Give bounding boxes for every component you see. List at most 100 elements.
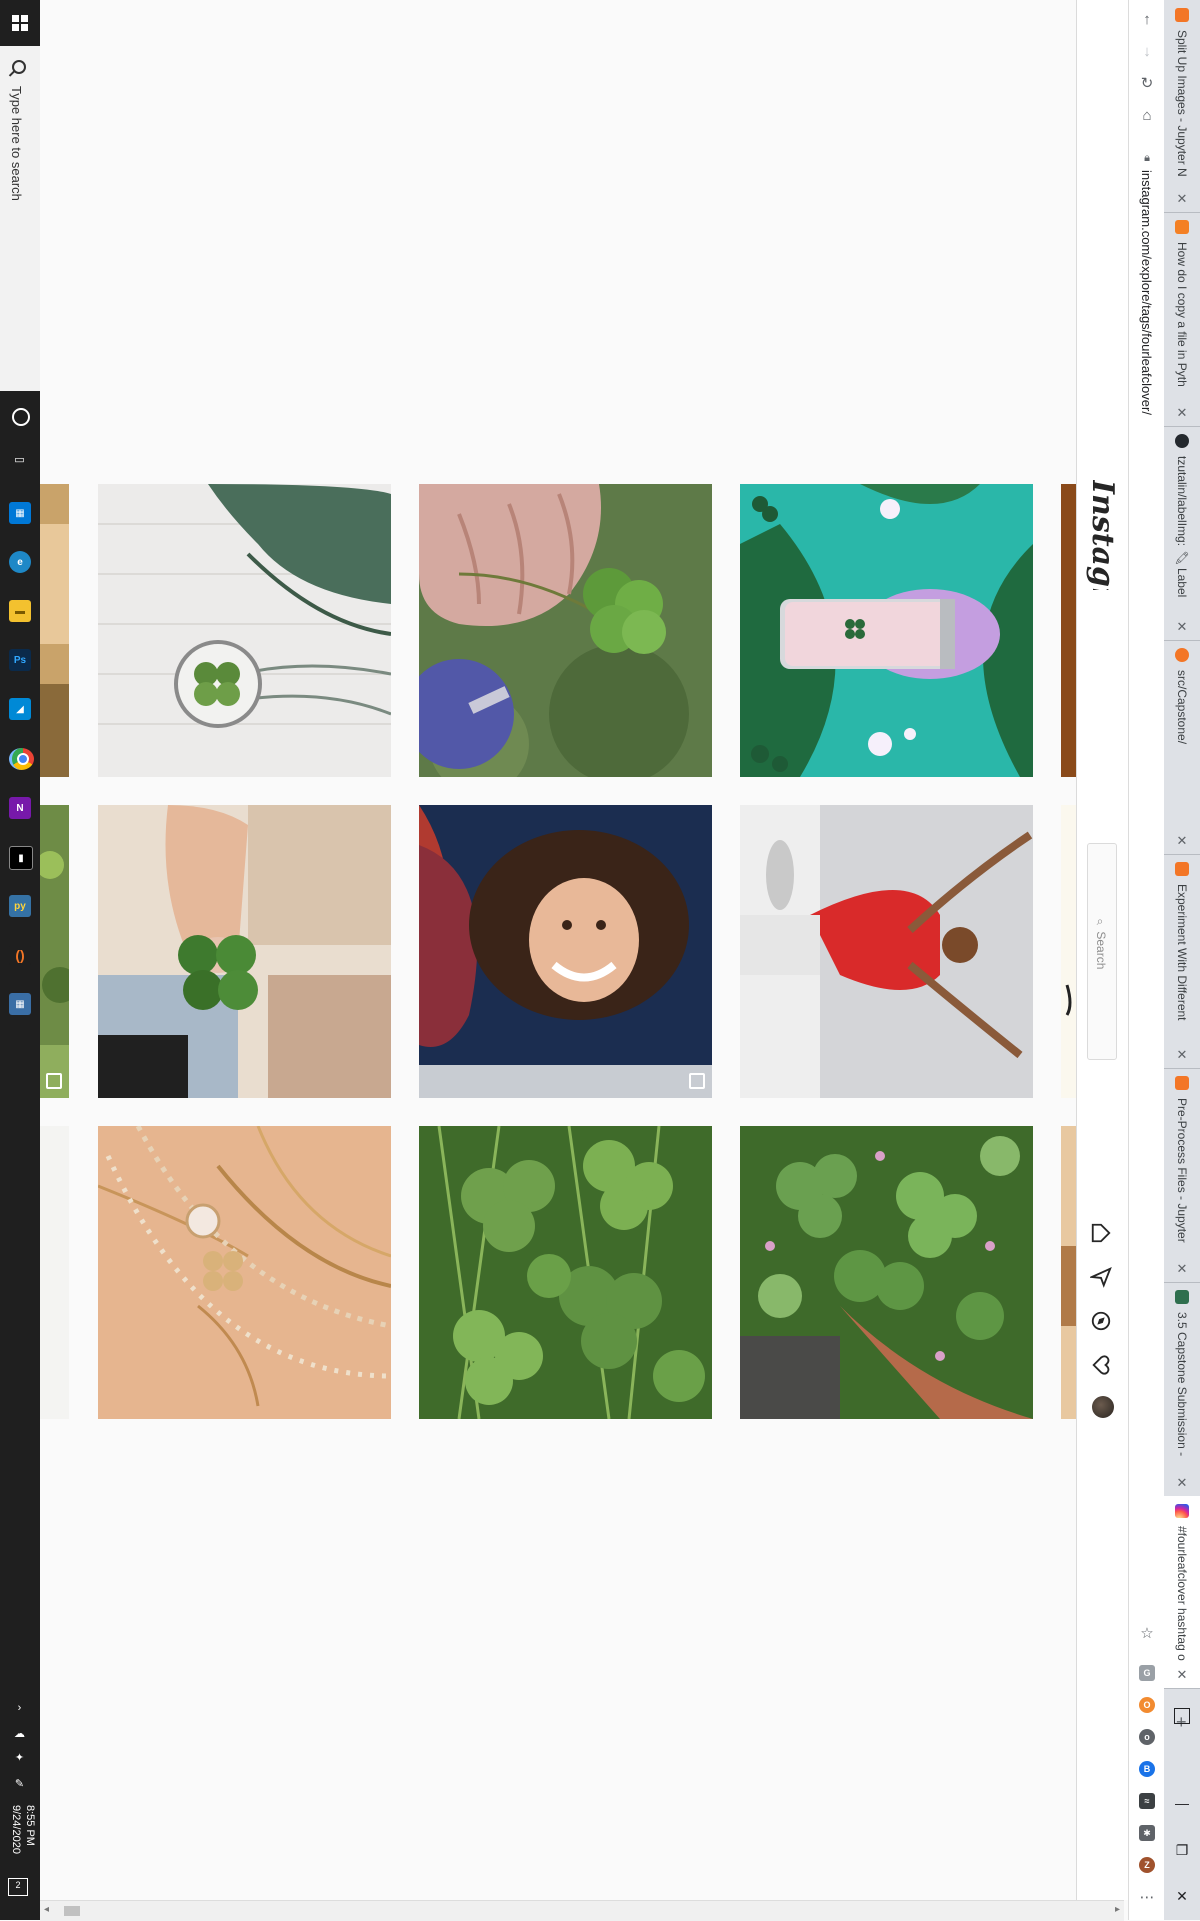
extension-wave-icon[interactable]: ≈: [1139, 1793, 1155, 1809]
extension-circle-icon[interactable]: o: [1139, 1729, 1155, 1745]
close-window-icon[interactable]: ✕: [1174, 1888, 1190, 1905]
tab-title: Experiment With Different: [1175, 884, 1189, 1021]
extension-orange-icon[interactable]: O: [1139, 1697, 1155, 1713]
close-icon[interactable]: ✕: [1175, 192, 1189, 206]
post-thumbnail-jewelry-necklace[interactable]: [98, 1126, 391, 1419]
tab-title: #fourleafclover hashtag o: [1175, 1526, 1189, 1661]
window-layout-icon[interactable]: [1174, 1708, 1190, 1724]
calculator-app-icon[interactable]: ▦: [9, 993, 31, 1015]
post-thumbnail-smiling-woman[interactable]: [419, 805, 712, 1098]
onenote-app-icon[interactable]: N: [9, 797, 31, 819]
close-icon[interactable]: ✕: [1175, 1262, 1189, 1276]
start-button[interactable]: [0, 0, 40, 46]
instagram-search-placeholder: ⌕ Search: [1094, 916, 1108, 970]
post-thumbnail-hand-clover[interactable]: [98, 805, 391, 1098]
jupyter-favicon-icon: [1175, 648, 1189, 662]
chrome-app-icon[interactable]: [9, 748, 34, 770]
taskbar-search-box[interactable]: Type here to search: [0, 46, 41, 391]
jupyter-favicon-icon: [1175, 1076, 1189, 1090]
lock-icon: 🔒︎: [1144, 152, 1150, 164]
post-thumbnail-partial-4[interactable]: [1061, 484, 1076, 777]
file-explorer-app-icon[interactable]: ▬: [9, 600, 31, 622]
action-center-icon[interactable]: 2: [8, 1878, 28, 1896]
tab-title: src/Capstone/: [1175, 670, 1189, 745]
direct-messages-icon[interactable]: [1090, 1266, 1112, 1288]
instagram-logo[interactable]: Instagram: [1085, 480, 1120, 590]
horizontal-scrollbar[interactable]: ◂ ▸: [40, 1900, 1124, 1921]
extension-g-icon[interactable]: G: [1139, 1665, 1155, 1681]
extensions-puzzle-icon[interactable]: ✱: [1139, 1825, 1155, 1841]
store-app-icon[interactable]: ▦: [9, 502, 31, 524]
jupyter-app-icon[interactable]: (): [9, 944, 31, 966]
network-icon[interactable]: ✎: [13, 1778, 26, 1791]
maximize-icon[interactable]: ❐: [1174, 1842, 1190, 1859]
bookmark-star-icon[interactable]: ☆: [1137, 1624, 1157, 1644]
github-favicon-icon: [1175, 434, 1189, 448]
tab-experiment-different[interactable]: Experiment With Different ✕: [1164, 854, 1200, 1069]
profile-avatar[interactable]: [1092, 1396, 1114, 1418]
post-thumbnail-clover-pendant[interactable]: [98, 484, 391, 777]
post-thumbnail-partial-5[interactable]: [1061, 805, 1076, 1098]
dropbox-icon[interactable]: ✦: [13, 1752, 26, 1765]
tab-title: Pre-Process Files - Jupyter: [1175, 1098, 1189, 1243]
onedrive-icon[interactable]: ☁: [13, 1728, 26, 1741]
activity-heart-icon[interactable]: [1090, 1354, 1112, 1376]
post-thumbnail-fingers-clover[interactable]: [419, 484, 712, 777]
post-thumbnail-partial-2[interactable]: [40, 805, 69, 1098]
home-icon[interactable]: [1090, 1222, 1112, 1244]
multiple-photos-icon: [46, 1073, 62, 1089]
azure-app-icon[interactable]: ◢: [9, 698, 31, 720]
close-icon[interactable]: ✕: [1175, 620, 1189, 634]
edge-app-icon[interactable]: e: [9, 551, 31, 573]
windows-taskbar: Type here to search ▭ ▦ e ▬ Ps ◢ N ▮ py …: [0, 0, 41, 1920]
post-thumbnail-partial-1[interactable]: [40, 484, 69, 777]
tab-capstone-submission[interactable]: 3.5 Capstone Submission - ✕: [1164, 1282, 1200, 1497]
post-thumbnail-man-red-shirt[interactable]: [740, 805, 1033, 1098]
menu-kebab-icon[interactable]: ⋯: [1137, 1888, 1157, 1908]
post-thumbnail-beer-can-art[interactable]: [740, 484, 1033, 777]
browser-tab-strip: Split Up Images - Jupyter N ✕ How do I c…: [1164, 0, 1200, 1920]
explore-compass-icon[interactable]: [1090, 1310, 1112, 1332]
tab-fourleafclover-instagram[interactable]: #fourleafclover hashtag o ✕: [1164, 1496, 1200, 1689]
close-icon[interactable]: ✕: [1175, 1476, 1189, 1490]
close-icon[interactable]: ✕: [1175, 1668, 1189, 1682]
scroll-right-arrow-icon[interactable]: ▸: [1115, 1904, 1120, 1915]
post-thumbnail-clover-patch[interactable]: [419, 1126, 712, 1419]
tab-copy-file-python[interactable]: How do I copy a file in Pyth ✕: [1164, 212, 1200, 427]
windows-logo-icon: [12, 15, 28, 31]
reload-icon[interactable]: ↻: [1137, 74, 1157, 94]
photoshop-app-icon[interactable]: Ps: [9, 649, 31, 671]
tab-pre-process-files[interactable]: Pre-Process Files - Jupyter ✕: [1164, 1068, 1200, 1283]
instagram-search-input[interactable]: ⌕ Search: [1087, 843, 1117, 1060]
tab-title: Split Up Images - Jupyter N: [1175, 30, 1189, 177]
tab-labelimg-github[interactable]: tzutalin/labelImg: 🖍 Label ✕: [1164, 426, 1200, 641]
tab-title: 3.5 Capstone Submission -: [1175, 1312, 1189, 1457]
extension-b-icon[interactable]: B: [1139, 1761, 1155, 1777]
task-view-icon[interactable]: ▭: [13, 454, 26, 467]
forward-arrow-icon[interactable]: ↓: [1137, 42, 1157, 62]
taskbar-search-placeholder: Type here to search: [9, 86, 24, 201]
tab-split-up-images[interactable]: Split Up Images - Jupyter N ✕: [1164, 0, 1200, 213]
minimize-icon[interactable]: —: [1174, 1795, 1190, 1811]
stackoverflow-favicon-icon: [1175, 220, 1189, 234]
jupyter-favicon-icon: [1175, 862, 1189, 876]
back-arrow-icon[interactable]: ↑: [1137, 10, 1157, 30]
address-bar[interactable]: instagram.com/explore/tags/fourleafclove…: [1139, 170, 1154, 450]
cortana-icon[interactable]: [12, 408, 30, 426]
home-page-icon[interactable]: ⌂: [1137, 106, 1157, 126]
close-icon[interactable]: ✕: [1175, 406, 1189, 420]
tab-src-capstone[interactable]: src/Capstone/ ✕: [1164, 640, 1200, 855]
post-thumbnail-partial-6[interactable]: [1061, 1126, 1076, 1419]
terminal-app-icon[interactable]: ▮: [9, 846, 33, 870]
post-thumbnail-clover-flowers[interactable]: [740, 1126, 1033, 1419]
close-icon[interactable]: ✕: [1175, 834, 1189, 848]
scroll-left-arrow-icon[interactable]: ◂: [44, 1904, 49, 1915]
python-app-icon[interactable]: py: [9, 895, 31, 917]
show-hidden-icons-chevron-icon[interactable]: ›: [13, 1702, 26, 1715]
close-icon[interactable]: ✕: [1175, 1048, 1189, 1062]
profile-z-icon[interactable]: Z: [1139, 1857, 1155, 1873]
scrollbar-thumb[interactable]: [64, 1906, 80, 1916]
post-thumbnail-partial-3[interactable]: [40, 1126, 69, 1419]
browser-toolbar: ↑ ↓ ↻ ⌂ 🔒︎ instagram.com/explore/tags/fo…: [1128, 0, 1165, 1920]
tab-title: How do I copy a file in Pyth: [1175, 242, 1189, 387]
